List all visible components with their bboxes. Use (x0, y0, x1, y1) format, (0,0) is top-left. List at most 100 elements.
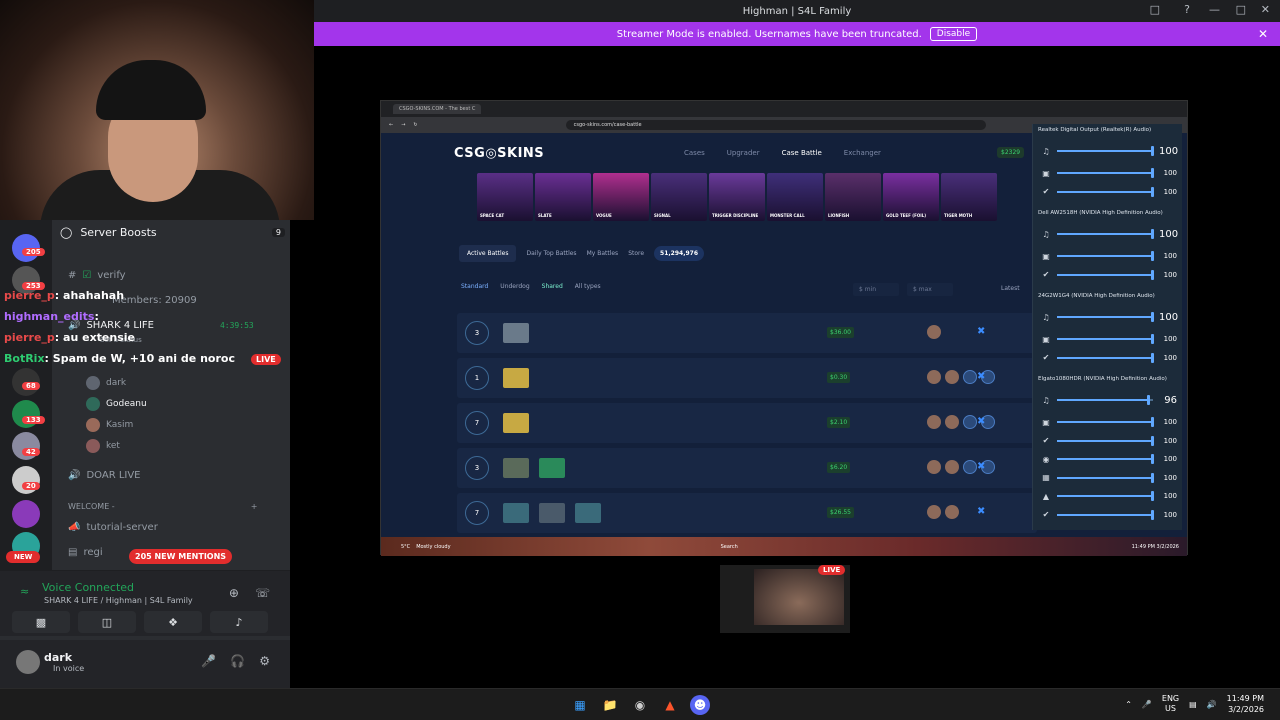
forward-icon[interactable]: → (401, 122, 405, 128)
volume-knob[interactable] (1151, 352, 1154, 363)
close-icon[interactable]: ✕ (1261, 3, 1270, 16)
new-mentions-pill[interactable]: 205 NEW MENTIONS (129, 549, 233, 564)
drop-card[interactable]: SPACE CAT (477, 173, 533, 221)
volume-knob[interactable] (1151, 229, 1154, 239)
volume-knob[interactable] (1151, 491, 1154, 501)
drop-card[interactable]: SLATE (535, 173, 591, 221)
volume-slider[interactable] (1057, 146, 1154, 156)
volume-slider-row[interactable]: ♫ 96 (1041, 394, 1181, 406)
volume-knob[interactable] (1151, 417, 1154, 427)
drop-card[interactable]: VOGUE (593, 173, 649, 221)
site-logo[interactable]: CSG◎SKINS (454, 146, 544, 161)
volume-slider-row[interactable]: ▣ 100 (1041, 167, 1181, 179)
volume-slider-row[interactable]: ◉ 100 (1041, 453, 1181, 465)
brave-app-icon[interactable]: ▲ (1041, 492, 1051, 501)
channel-tutorial-server[interactable]: 📣 tutorial-server (68, 522, 158, 533)
tab-active-battles[interactable]: Active Battles (459, 245, 517, 262)
check-app-icon[interactable]: ✔ (1041, 353, 1051, 362)
disable-streamer-mode-button[interactable]: Disable (929, 27, 978, 41)
avatar[interactable] (16, 650, 40, 674)
voice-member-dark[interactable]: dark (86, 376, 126, 390)
battle-row[interactable]: 3 $36.00 ✖ (457, 313, 1037, 353)
volume-slider[interactable] (1057, 251, 1154, 261)
audio-device-name[interactable]: 24G2W1G4 (NVIDIA High Definition Audio) (1038, 293, 1155, 299)
speaker-icon[interactable]: ♫ (1041, 230, 1051, 239)
volume-knob[interactable] (1151, 509, 1154, 520)
tray-mic-icon[interactable]: 🎤 (1142, 700, 1152, 709)
obs-icon[interactable]: ◉ (630, 695, 650, 715)
category-welcome[interactable]: WELCOME - + (68, 502, 257, 511)
stream-preview[interactable]: LIVE (720, 565, 850, 633)
volume-slider[interactable] (1057, 352, 1154, 363)
speaker-icon[interactable]: ♫ (1041, 313, 1051, 322)
drop-card[interactable]: TRIGGER DISCIPLINE (709, 173, 765, 221)
volume-knob[interactable] (1151, 146, 1154, 156)
noise-suppression-icon[interactable]: ⊕ (229, 586, 239, 600)
voice-member-kasim[interactable]: Kasim (86, 418, 133, 432)
volume-slider-row[interactable]: ✔ 100 (1041, 509, 1181, 521)
discord-icon[interactable]: ☻ (690, 695, 710, 715)
battle-row[interactable]: 7 $2.10 ✖ (457, 403, 1037, 443)
check-app-icon[interactable]: ✔ (1041, 187, 1051, 196)
volume-knob[interactable] (1151, 269, 1154, 280)
balance-badge[interactable]: $2329 (997, 147, 1025, 158)
screen-share-button[interactable]: ◫ (78, 611, 136, 633)
close-banner-icon[interactable]: ✕ (1258, 27, 1268, 41)
volume-slider[interactable] (1057, 472, 1154, 483)
check-app-icon[interactable]: ✔ (1041, 270, 1051, 279)
grid-app-icon[interactable]: ▦ (1041, 473, 1051, 482)
drop-card[interactable]: GOLD TEEF (FOIL) (883, 173, 939, 221)
obs-app-icon[interactable]: ◉ (1041, 455, 1051, 464)
settings-icon[interactable]: ⚙ (259, 654, 270, 668)
speaker-icon[interactable]: ♫ (1041, 147, 1051, 156)
channel-regi[interactable]: ▤ regi (68, 547, 103, 558)
audio-device-name[interactable]: Dell AW2518H (NVIDIA High Definition Aud… (1038, 210, 1163, 216)
battle-row[interactable]: 3 $6.20 ✖ (457, 448, 1037, 488)
tray-chevron-icon[interactable]: ⌃ (1125, 700, 1132, 709)
volume-slider-row[interactable]: ▣ 100 (1041, 250, 1181, 262)
min-price-field[interactable]: $ min (853, 283, 899, 296)
max-price-field[interactable]: $ max (907, 283, 953, 296)
volume-knob[interactable] (1147, 395, 1151, 405)
volume-slider-row[interactable]: ▲ 100 (1041, 490, 1181, 502)
volume-slider-row[interactable]: ✔ 100 (1041, 352, 1181, 364)
battle-row[interactable]: 7 $26.55 ✖ (457, 493, 1037, 533)
language-indicator[interactable]: ENG US (1162, 694, 1179, 714)
filter-standard[interactable]: Standard (461, 283, 488, 290)
inbox-icon[interactable]: □ (1150, 3, 1160, 16)
volume-slider[interactable] (1057, 509, 1154, 520)
volume-slider[interactable] (1057, 395, 1153, 405)
volume-knob[interactable] (1151, 334, 1154, 344)
speaker-icon[interactable]: ♫ (1041, 396, 1051, 405)
url-field[interactable]: csgo-skins.com/case-battle (565, 120, 986, 130)
check-app-icon[interactable]: ✔ (1041, 436, 1051, 445)
drop-card[interactable]: LIONFISH (825, 173, 881, 221)
volume-knob[interactable] (1151, 251, 1154, 261)
tab-daily-top[interactable]: Daily Top Battles (526, 250, 576, 257)
nav-upgrader[interactable]: Upgrader (727, 149, 760, 157)
volume-slider-row[interactable]: ▣ 100 (1041, 416, 1181, 428)
network-icon[interactable]: ▤ (1189, 700, 1197, 709)
server-boosts-header[interactable]: ◯ Server Boosts 9 (60, 220, 285, 244)
join-slot-button[interactable] (963, 460, 977, 474)
volume-slider[interactable] (1057, 454, 1154, 464)
reload-icon[interactable]: ↻ (413, 122, 417, 128)
disconnect-icon[interactable]: ☏ (255, 586, 270, 600)
drop-card[interactable]: SIGNAL (651, 173, 707, 221)
sort-latest[interactable]: Latest (1001, 285, 1020, 292)
tab-my-battles[interactable]: My Battles (587, 250, 619, 257)
volume-slider[interactable] (1057, 186, 1154, 197)
drop-card[interactable]: MONSTER CALL (767, 173, 823, 221)
channel-doar-live[interactable]: 🔊 DOAR LIVE (68, 470, 141, 481)
microphone-icon[interactable]: 🎤 (201, 654, 216, 668)
discord-app-icon[interactable]: ▣ (1041, 252, 1051, 261)
soundboard-button[interactable]: ♪ (210, 611, 268, 633)
volume-knob[interactable] (1151, 186, 1154, 197)
system-clock[interactable]: 11:49 PM 3/2/2026 (1227, 693, 1264, 715)
check-app-icon[interactable]: ✔ (1041, 510, 1051, 519)
volume-slider-row[interactable]: ♫ 100 (1041, 228, 1181, 240)
discord-app-icon[interactable]: ▣ (1041, 418, 1051, 427)
brave-icon[interactable]: ▲ (660, 695, 680, 715)
volume-knob[interactable] (1151, 168, 1154, 178)
audio-device-name[interactable]: Realtek Digital Output (Realtek(R) Audio… (1038, 127, 1151, 133)
